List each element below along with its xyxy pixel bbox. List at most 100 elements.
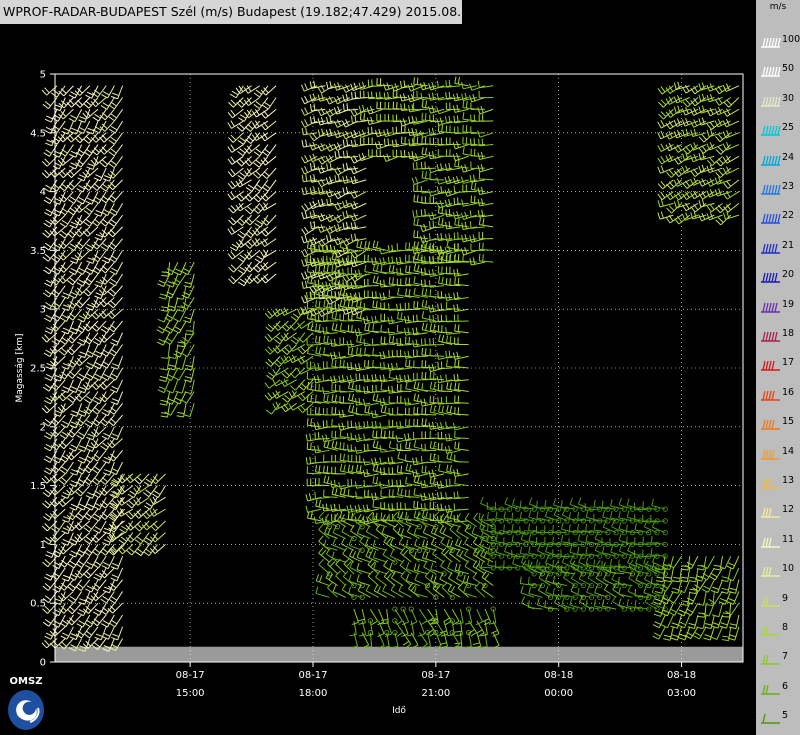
barb-feather	[43, 458, 51, 463]
wind-barb	[429, 405, 445, 416]
barb-feather	[69, 196, 77, 201]
barb-shaft	[88, 508, 99, 521]
barb-feather	[372, 512, 374, 520]
barb-feather	[66, 608, 73, 615]
wind-barb	[297, 332, 314, 343]
barb-feather	[101, 211, 108, 217]
barb-feather	[437, 303, 439, 311]
barb-feather	[160, 415, 168, 418]
barb-feather	[379, 481, 382, 489]
barb-shaft	[148, 485, 158, 498]
barb-shaft	[114, 614, 123, 628]
barb-feather	[396, 268, 398, 276]
barb-feather	[449, 382, 452, 390]
barb-feather	[181, 271, 189, 276]
wind-barb	[49, 355, 66, 367]
barb-feather	[100, 598, 107, 604]
barb-shaft	[421, 461, 436, 464]
barb-feather	[102, 102, 110, 107]
barb-feather	[317, 375, 320, 383]
barb-feather	[79, 386, 87, 391]
barb-feather	[326, 394, 329, 402]
barb-shaft	[438, 367, 453, 370]
barb-feather	[359, 465, 362, 473]
barb-feather	[298, 385, 304, 391]
wind-barb	[51, 120, 66, 133]
barb-feather	[77, 583, 84, 589]
barb-feather	[359, 335, 362, 343]
barb-shaft	[259, 97, 269, 109]
barb-feather	[392, 265, 395, 273]
wind-barb	[331, 383, 346, 393]
barb-feather	[59, 457, 67, 463]
wind-barb	[429, 371, 445, 381]
barb-feather	[94, 608, 102, 613]
wind-barb	[356, 334, 371, 345]
barb-shaft	[46, 402, 58, 414]
barb-feather	[43, 435, 51, 440]
barb-shaft	[97, 461, 107, 474]
barb-feather	[275, 359, 282, 365]
barb-feather	[239, 278, 247, 284]
barb-feather	[126, 550, 133, 556]
barb-feather	[300, 392, 306, 399]
barb-feather	[45, 455, 53, 460]
wind-barb	[93, 332, 107, 346]
barb-feather	[61, 230, 68, 236]
barb-feather	[375, 430, 378, 438]
barb-feather	[90, 384, 97, 390]
barb-feather	[283, 370, 290, 377]
barb-feather	[43, 222, 50, 228]
wind-barb	[93, 497, 107, 511]
wind-barb	[49, 508, 66, 519]
barb-shaft	[115, 261, 124, 275]
barb-feather	[76, 200, 84, 205]
barb-feather	[86, 419, 93, 425]
barb-feather	[304, 95, 309, 103]
barb-feather	[70, 267, 78, 272]
barb-feather	[411, 104, 414, 112]
wind-barb	[74, 202, 91, 213]
barb-feather	[310, 418, 313, 426]
barb-feather	[444, 293, 448, 301]
barb-feather	[413, 381, 417, 389]
wind-barb	[260, 202, 277, 211]
barb-feather	[446, 405, 449, 413]
wind-barb	[388, 289, 404, 298]
barb-feather	[372, 393, 375, 401]
barb-feather	[239, 114, 247, 119]
barb-feather	[83, 151, 91, 157]
barb-feather	[304, 210, 308, 218]
barb-shaft	[113, 97, 123, 110]
barb-shaft	[112, 602, 123, 614]
barb-feather	[284, 394, 291, 401]
barb-feather	[44, 169, 50, 176]
barb-feather	[405, 359, 407, 367]
barb-feather	[351, 393, 355, 401]
wind-barb	[101, 403, 115, 417]
barb-feather	[78, 315, 86, 320]
wind-barb	[49, 626, 66, 637]
barb-feather	[230, 109, 236, 117]
barb-shaft	[352, 120, 367, 124]
barb-feather	[69, 395, 76, 401]
wind-barb	[91, 450, 107, 462]
barb-feather	[102, 531, 110, 535]
barb-feather	[85, 100, 92, 106]
barb-feather	[400, 103, 402, 111]
barb-shaft	[114, 273, 123, 287]
wind-barb	[396, 465, 412, 475]
barb-feather	[70, 91, 77, 96]
barb-feather	[392, 126, 394, 134]
barb-feather	[59, 233, 66, 239]
barb-feather	[69, 370, 76, 377]
barb-feather	[380, 430, 383, 438]
barb-feather	[446, 464, 449, 472]
barb-feather	[49, 642, 56, 649]
barb-feather	[70, 538, 78, 543]
barb-feather	[110, 136, 117, 142]
barb-feather	[77, 488, 84, 494]
barb-feather	[380, 265, 383, 273]
barb-feather	[45, 149, 52, 154]
wind-barb	[387, 327, 404, 336]
